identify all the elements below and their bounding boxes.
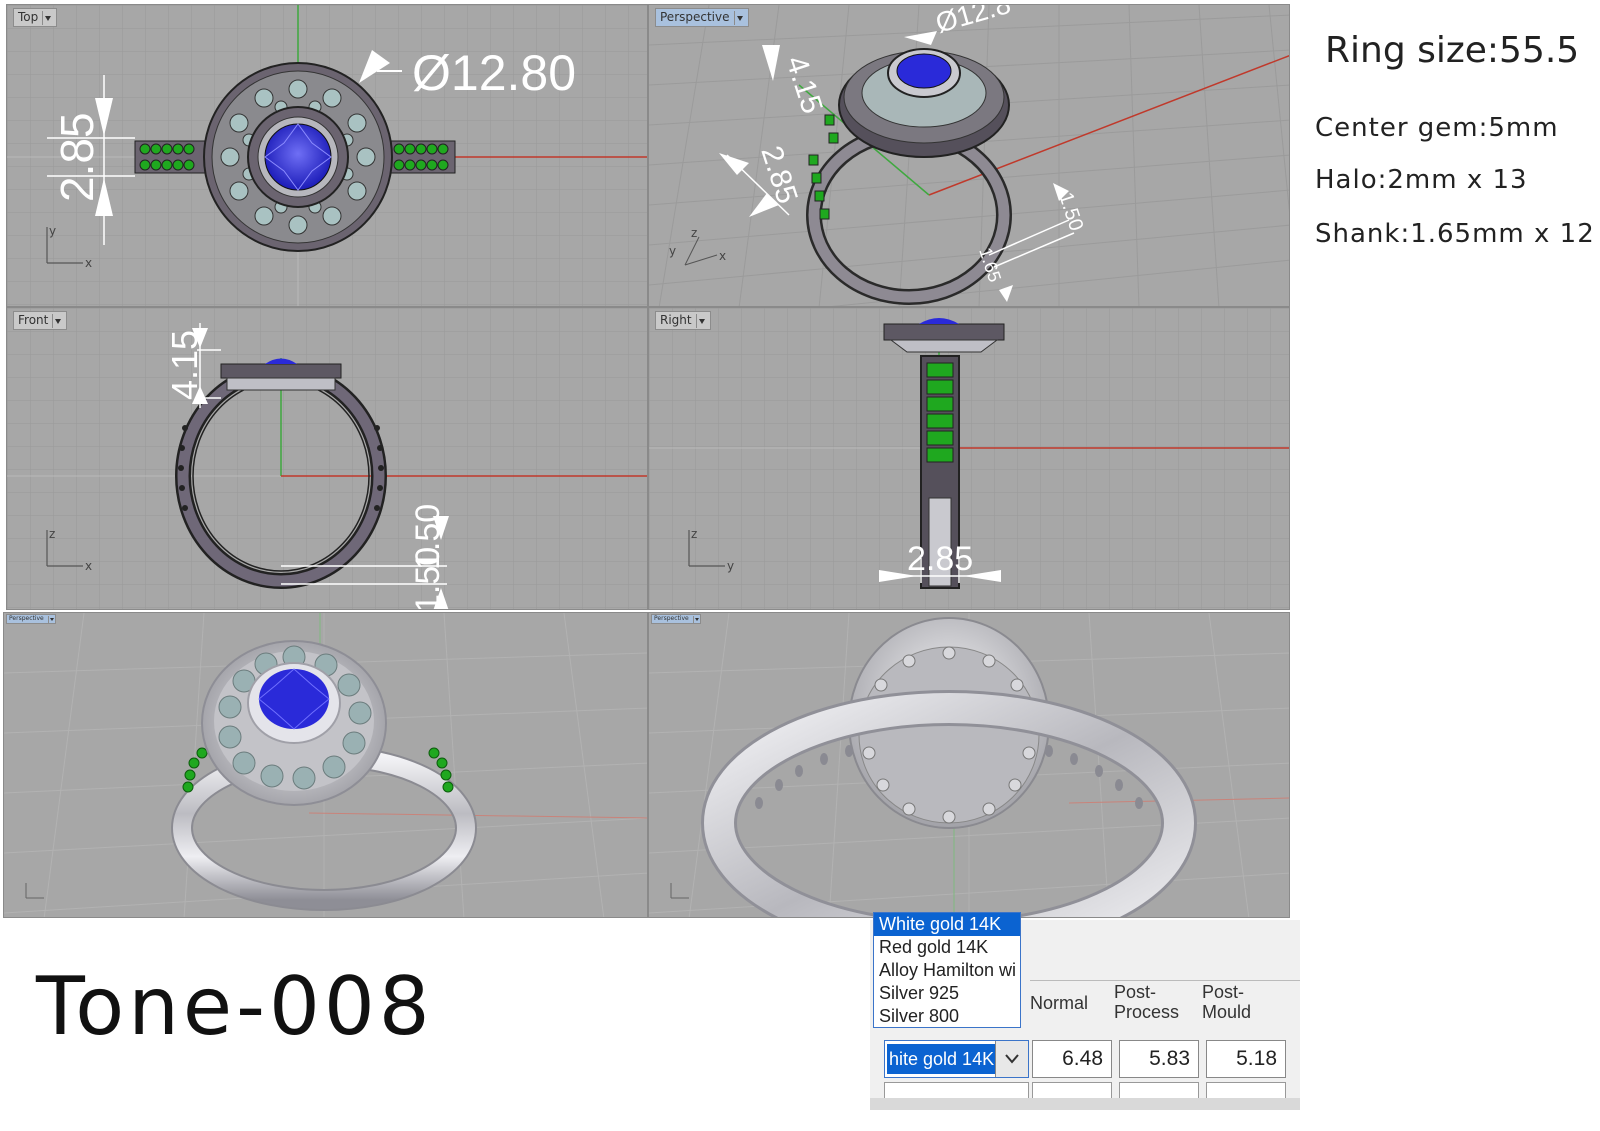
material-select-value[interactable]: hite gold 14K <box>887 1044 997 1074</box>
chevron-down-icon[interactable] <box>692 615 699 623</box>
center-gem <box>896 53 952 89</box>
chevron-down-icon[interactable] <box>733 10 746 25</box>
divider <box>1030 980 1300 981</box>
right-view-canvas: 2.85 z y <box>649 308 1289 609</box>
viewport-label-top[interactable]: Top <box>13 8 58 27</box>
viewport-render-right[interactable]: Perspective <box>648 612 1290 918</box>
dim-bottom-2: 1.50 <box>409 547 447 610</box>
header-post-mould: Post- Mould <box>1202 982 1252 1022</box>
dropdown-button[interactable] <box>995 1041 1028 1077</box>
viewport-label-render-left[interactable]: Perspective <box>6 614 56 624</box>
header-post-process: Post- Process <box>1114 982 1180 1022</box>
halo-label: Halo:2mm x 13 <box>1315 165 1528 195</box>
dim-height: 2.85 <box>51 112 103 202</box>
render-right-canvas <box>649 613 1289 917</box>
weight-post-mould-field[interactable]: 5.18 <box>1206 1040 1286 1078</box>
chevron-down-icon[interactable] <box>42 10 54 25</box>
axis-label-x: x <box>85 256 92 270</box>
header-normal: Normal <box>1030 993 1089 1013</box>
axis-label-z: z <box>691 226 697 240</box>
front-view-canvas: 4.15 1.50 1.50 z x <box>7 308 647 610</box>
viewport-label-render-right[interactable]: Perspective <box>651 614 701 624</box>
axis-label-z: z <box>49 527 55 541</box>
head-side <box>220 363 342 379</box>
axis-label-y: y <box>727 559 734 573</box>
weight-post-process-field[interactable]: 5.83 <box>1119 1040 1199 1078</box>
dim-height: 4.15 <box>164 330 205 400</box>
material-option[interactable]: Silver 800 <box>874 1005 1020 1027</box>
material-select[interactable]: hite gold 14K <box>884 1040 1029 1078</box>
axis-label-y: y <box>49 224 56 238</box>
chevron-down-icon[interactable] <box>52 313 64 328</box>
axis-label-x: x <box>719 249 726 263</box>
dim-diameter: Ø12.80 <box>412 45 576 101</box>
ring-size-label: Ring size:55.5 <box>1325 30 1580 71</box>
render-left-canvas <box>4 613 647 917</box>
center-gem-label: Center gem:5mm <box>1315 113 1559 143</box>
chevron-down-icon[interactable] <box>695 313 708 328</box>
shank-label: Shank:1.65mm x 12 <box>1315 219 1595 249</box>
axis-label-y: y <box>669 244 676 258</box>
perspective-view-canvas: Ø12.8 4.15 2.85 1.50 1.65 y z x <box>649 5 1289 306</box>
model-title: Tone-008 <box>36 960 434 1053</box>
dim-b: 2.85 <box>754 142 803 208</box>
axis-label-x: x <box>85 559 92 573</box>
center-gem <box>259 669 329 729</box>
dim-diameter: Ø12.8 <box>932 5 1014 39</box>
chevron-down-icon <box>1005 1054 1019 1064</box>
viewport-front[interactable]: 4.15 1.50 1.50 z x Front <box>6 307 648 610</box>
viewport-label-front[interactable]: Front <box>13 311 68 330</box>
horizontal-scrollbar[interactable] <box>870 1098 1300 1110</box>
viewport-top[interactable]: Ø12.80 2.85 y x Top <box>6 4 648 307</box>
chevron-down-icon[interactable] <box>47 615 54 623</box>
viewport-perspective[interactable]: Ø12.8 4.15 2.85 1.50 1.65 y z x Perspect… <box>648 4 1290 307</box>
viewport-right[interactable]: 2.85 z y Right <box>648 307 1290 610</box>
center-gem <box>264 123 332 191</box>
viewport-render-left[interactable]: Perspective <box>3 612 648 918</box>
head-side <box>883 323 1005 341</box>
top-view-canvas: Ø12.80 2.85 y x <box>7 5 647 306</box>
weight-normal-field[interactable]: 6.48 <box>1032 1040 1112 1078</box>
dim-a: 4.15 <box>779 52 828 118</box>
material-option[interactable]: Silver 925 <box>874 982 1020 1005</box>
viewport-label-right[interactable]: Right <box>655 311 711 330</box>
material-dropdown-list[interactable]: White gold 14K Red gold 14K Alloy Hamilt… <box>873 912 1021 1028</box>
dim-width: 2.85 <box>907 540 973 578</box>
axis-label-z: z <box>691 527 697 541</box>
material-option[interactable]: Red gold 14K <box>874 936 1020 959</box>
material-option[interactable]: White gold 14K <box>874 913 1020 936</box>
material-option[interactable]: Alloy Hamilton wi <box>874 959 1020 982</box>
viewport-label-perspective[interactable]: Perspective <box>655 8 749 27</box>
